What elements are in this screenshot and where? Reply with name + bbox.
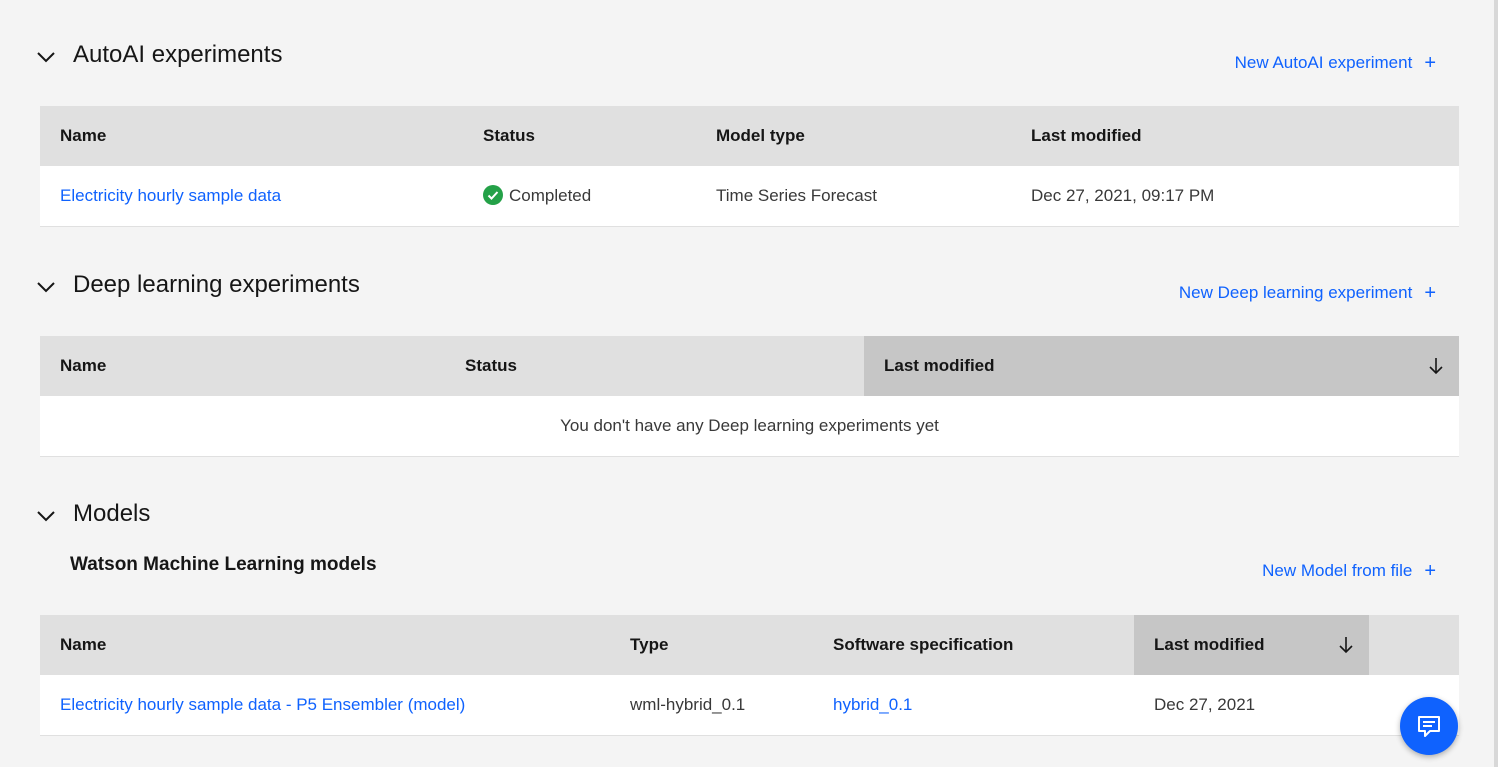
- deep-learning-table-header: Name Status Last modified: [40, 336, 1459, 396]
- column-header-name[interactable]: Name: [60, 106, 106, 166]
- new-autoai-experiment-link[interactable]: New AutoAI experiment +: [1235, 53, 1436, 73]
- column-header-type[interactable]: Type: [630, 615, 668, 675]
- column-header-software-specification[interactable]: Software specification: [833, 615, 1013, 675]
- deep-learning-table: Name Status Last modified You don't have…: [40, 336, 1459, 457]
- models-table: Name Type Software specification Last mo…: [40, 615, 1459, 736]
- new-deep-learning-experiment-link[interactable]: New Deep learning experiment +: [1179, 283, 1436, 303]
- column-header-last-modified-label: Last modified: [1154, 635, 1265, 654]
- new-deep-learning-experiment-label: New Deep learning experiment: [1178, 283, 1413, 302]
- new-autoai-experiment-label: New AutoAI experiment: [1234, 53, 1413, 72]
- vertical-scrollbar[interactable]: [1494, 0, 1498, 767]
- column-header-name[interactable]: Name: [60, 336, 106, 396]
- column-header-status[interactable]: Status: [483, 106, 535, 166]
- column-header-name[interactable]: Name: [60, 615, 106, 675]
- model-name-link[interactable]: Electricity hourly sample data - P5 Ense…: [60, 675, 465, 735]
- checkmark-filled-icon: [483, 185, 503, 205]
- chevron-down-icon[interactable]: [34, 45, 58, 69]
- chevron-down-icon[interactable]: [34, 275, 58, 299]
- model-type-cell: Time Series Forecast: [716, 186, 877, 205]
- plus-icon: +: [1424, 560, 1436, 582]
- autoai-table-header: Name Status Model type Last modified: [40, 106, 1459, 166]
- model-type-cell: wml-hybrid_0.1: [630, 695, 746, 714]
- column-header-status[interactable]: Status: [465, 336, 517, 396]
- autoai-table: Name Status Model type Last modified Ele…: [40, 106, 1459, 227]
- status-cell: Completed: [483, 166, 591, 226]
- experiment-name-link[interactable]: Electricity hourly sample data: [60, 166, 281, 226]
- column-header-last-modified-label: Last modified: [884, 356, 995, 375]
- new-model-from-file-label: New Model from file: [1262, 561, 1413, 580]
- software-specification-link[interactable]: hybrid_0.1: [833, 675, 912, 735]
- arrow-down-icon[interactable]: [1336, 635, 1356, 655]
- column-header-model-type[interactable]: Model type: [716, 106, 805, 166]
- plus-icon: +: [1424, 52, 1436, 74]
- models-table-header: Name Type Software specification Last mo…: [40, 615, 1459, 675]
- chat-button[interactable]: [1400, 697, 1458, 755]
- models-section-header: Models: [0, 496, 1498, 536]
- deep-learning-section-header: Deep learning experiments New Deep learn…: [0, 267, 1498, 307]
- empty-state-message: You don't have any Deep learning experim…: [40, 396, 1459, 457]
- arrow-down-icon[interactable]: [1426, 356, 1446, 376]
- column-header-last-modified[interactable]: Last modified: [864, 336, 1459, 396]
- deep-learning-section-title: Deep learning experiments: [73, 271, 360, 298]
- chat-icon: [1418, 716, 1440, 737]
- new-model-from-file-link[interactable]: New Model from file +: [1262, 561, 1436, 581]
- column-header-last-modified[interactable]: Last modified: [1031, 106, 1142, 166]
- column-header-last-modified[interactable]: Last modified: [1134, 615, 1369, 675]
- plus-icon: +: [1424, 282, 1436, 304]
- table-row: Electricity hourly sample data Completed…: [40, 166, 1459, 227]
- table-row: Electricity hourly sample data - P5 Ense…: [40, 675, 1459, 736]
- autoai-section-title: AutoAI experiments: [73, 41, 283, 68]
- last-modified-cell: Dec 27, 2021, 09:17 PM: [1031, 186, 1215, 205]
- wml-models-subheading: Watson Machine Learning models: [70, 554, 377, 575]
- status-text: Completed: [509, 186, 592, 205]
- chevron-down-icon[interactable]: [34, 504, 58, 528]
- last-modified-cell: Dec 27, 2021: [1154, 695, 1256, 714]
- autoai-section-header: AutoAI experiments New AutoAI experiment…: [0, 37, 1498, 77]
- models-section-title: Models: [73, 500, 151, 527]
